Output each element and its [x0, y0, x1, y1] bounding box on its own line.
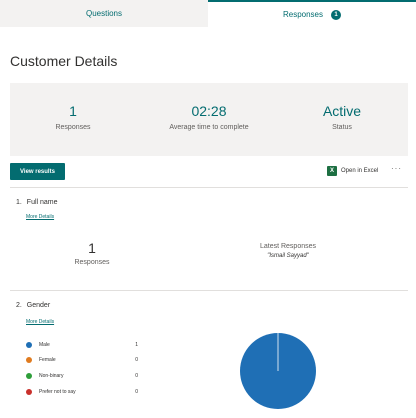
question-1-more-details-link[interactable]: More Details — [26, 214, 54, 220]
tab-questions-label: Questions — [85, 9, 123, 18]
stat-status-value: Active — [322, 103, 362, 119]
stat-average-time: 02:28 Average time to complete — [159, 103, 259, 131]
legend-count-non-binary: 0 — [135, 373, 138, 379]
tab-responses-label: Responses — [282, 10, 324, 19]
more-options-icon[interactable]: ··· — [391, 164, 402, 173]
legend-label-non-binary: Non-binary — [39, 373, 64, 379]
stat-responses-value: 1 — [69, 103, 77, 119]
question-2-more-details-link[interactable]: More Details — [26, 319, 54, 325]
latest-response-value: "Ismail Sayyad" — [267, 253, 309, 259]
question-1-response-count-value: 1 — [88, 240, 96, 256]
question-2-text: Gender — [26, 302, 51, 309]
question-1-number: 1. — [16, 199, 22, 206]
responses-count-badge: 1 — [331, 9, 342, 20]
gender-pie-chart — [240, 333, 316, 409]
legend-dot-male — [26, 342, 32, 348]
question-1-title: 1. Full name — [16, 199, 58, 206]
legend-count-prefer-not-to-say: 0 — [135, 389, 138, 395]
stat-status: Active Status — [312, 103, 372, 131]
stat-responses: 1 Responses — [38, 103, 108, 131]
page-title: Customer Details — [10, 53, 118, 69]
legend-label-female: Female — [39, 357, 56, 363]
view-results-button[interactable]: View results — [10, 163, 65, 180]
legend-item-female: Female 0 — [26, 355, 138, 365]
legend-count-male: 1 — [135, 342, 138, 348]
question-1-text: Full name — [26, 199, 58, 206]
legend-item-male: Male 1 — [26, 340, 138, 350]
divider — [10, 290, 408, 291]
summary-panel: 1 Responses 02:28 Average time to comple… — [10, 83, 408, 156]
stat-status-label: Status — [332, 124, 352, 131]
legend-dot-prefer-not-to-say — [26, 389, 32, 395]
question-2-number: 2. — [16, 302, 22, 309]
question-1-latest-responses: Latest Responses "Ismail Sayyad" — [238, 243, 338, 259]
stat-average-time-label: Average time to complete — [169, 124, 249, 131]
question-2-title: 2. Gender — [16, 302, 50, 309]
open-in-excel-button[interactable]: X Open in Excel — [327, 166, 378, 176]
question-1-response-count: 1 Responses — [72, 240, 112, 266]
latest-responses-header: Latest Responses — [259, 243, 317, 250]
legend-item-prefer-not-to-say: Prefer not to say 0 — [26, 387, 138, 397]
stat-average-time-value: 02:28 — [191, 103, 227, 119]
divider — [10, 187, 408, 188]
open-in-excel-label: Open in Excel — [341, 168, 379, 174]
tab-bar: Questions Responses 1 — [0, 0, 416, 27]
question-1-response-count-label: Responses — [74, 259, 110, 266]
stat-responses-label: Responses — [55, 124, 91, 131]
excel-icon: X — [327, 166, 337, 176]
legend-count-female: 0 — [135, 357, 138, 363]
legend-label-prefer-not-to-say: Prefer not to say — [39, 389, 76, 395]
tab-questions[interactable]: Questions — [0, 0, 208, 27]
tab-responses[interactable]: Responses 1 — [208, 0, 416, 27]
legend-label-male: Male — [39, 342, 50, 348]
legend-dot-female — [26, 357, 32, 363]
legend-dot-non-binary — [26, 373, 32, 379]
legend-item-non-binary: Non-binary 0 — [26, 371, 138, 381]
